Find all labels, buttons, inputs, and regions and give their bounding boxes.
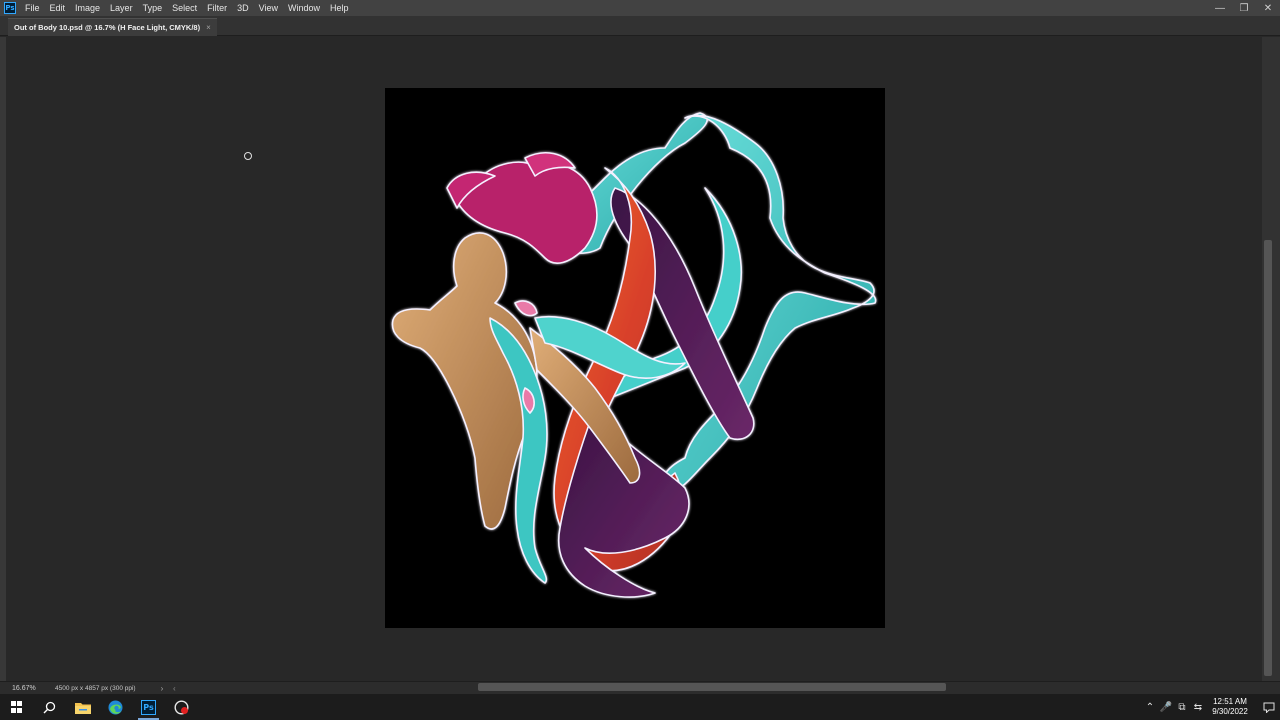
search-icon [43,701,56,713]
windows-logo-icon [10,701,23,713]
menu-file[interactable]: File [23,0,45,16]
screen-recorder-button[interactable] [165,694,198,720]
clock-date: 9/30/2022 [1212,707,1248,716]
photoshop-taskbar-button[interactable]: Ps [132,694,165,720]
vertical-scroll-thumb[interactable] [1264,240,1272,676]
brush-cursor-icon [244,152,252,160]
clock-time: 12:51 AM [1213,697,1247,706]
zoom-level[interactable]: 16.67% [0,685,55,692]
close-tab-icon[interactable]: × [206,23,211,32]
menu-edit[interactable]: Edit [45,0,71,16]
windows-taskbar: Ps ⌃ 🎤 ⧉ ⇆ 12:51 AM 9/30/2022 [0,694,1280,720]
status-menu-arrow-icon[interactable]: › [155,684,169,693]
close-window-button[interactable]: ✕ [1256,0,1280,16]
photoshop-taskbar-icon: Ps [141,699,156,715]
menu-image[interactable]: Image [70,0,105,16]
document-tab[interactable]: Out of Body 10.psd @ 16.7% (H Face Light… [8,18,217,36]
notification-center-button[interactable] [1258,694,1280,720]
notification-icon [1263,702,1275,713]
restore-button[interactable]: ❐ [1232,0,1256,16]
start-button[interactable] [0,694,33,720]
edge-icon [108,700,123,714]
horizontal-scroll-thumb[interactable] [478,683,946,691]
document-tab-title: Out of Body 10.psd @ 16.7% (H Face Light… [14,23,201,32]
edge-browser-button[interactable] [99,694,132,720]
system-tray: ⌃ 🎤 ⧉ ⇆ 12:51 AM 9/30/2022 [1142,694,1280,720]
document-tab-strip: Out of Body 10.psd @ 16.7% (H Face Light… [0,16,1280,36]
search-button[interactable] [33,694,66,720]
menu-view[interactable]: View [254,0,283,16]
document-canvas[interactable] [385,88,885,628]
folder-icon [74,702,91,714]
window-controls: — ❐ ✕ [1208,0,1280,16]
menu-filter[interactable]: Filter [202,0,232,16]
taskbar-clock[interactable]: 12:51 AM 9/30/2022 [1206,697,1254,717]
display-icon[interactable]: ⧉ [1174,702,1190,713]
network-icon[interactable]: ⇆ [1190,702,1206,713]
show-hidden-icons-icon[interactable]: ⌃ [1142,702,1158,713]
photoshop-logo-icon[interactable]: Ps [4,2,16,14]
artwork-image [391,112,877,598]
menu-layer[interactable]: Layer [105,0,138,16]
menu-select[interactable]: Select [167,0,202,16]
microphone-icon[interactable]: 🎤 [1158,702,1174,713]
recorder-icon [174,699,189,715]
photoshop-window: Ps File Edit Image Layer Type Select Fil… [0,0,1280,720]
menu-window[interactable]: Window [283,0,325,16]
menu-help[interactable]: Help [325,0,354,16]
file-explorer-button[interactable] [66,694,99,720]
menu-bar: Ps File Edit Image Layer Type Select Fil… [0,0,1280,16]
scroll-left-icon[interactable]: ‹ [169,684,176,693]
menu-3d[interactable]: 3D [232,0,254,16]
document-info: 4500 px x 4857 px (300 ppi) [55,684,136,692]
minimize-button[interactable]: — [1208,0,1232,16]
menu-type[interactable]: Type [138,0,168,16]
